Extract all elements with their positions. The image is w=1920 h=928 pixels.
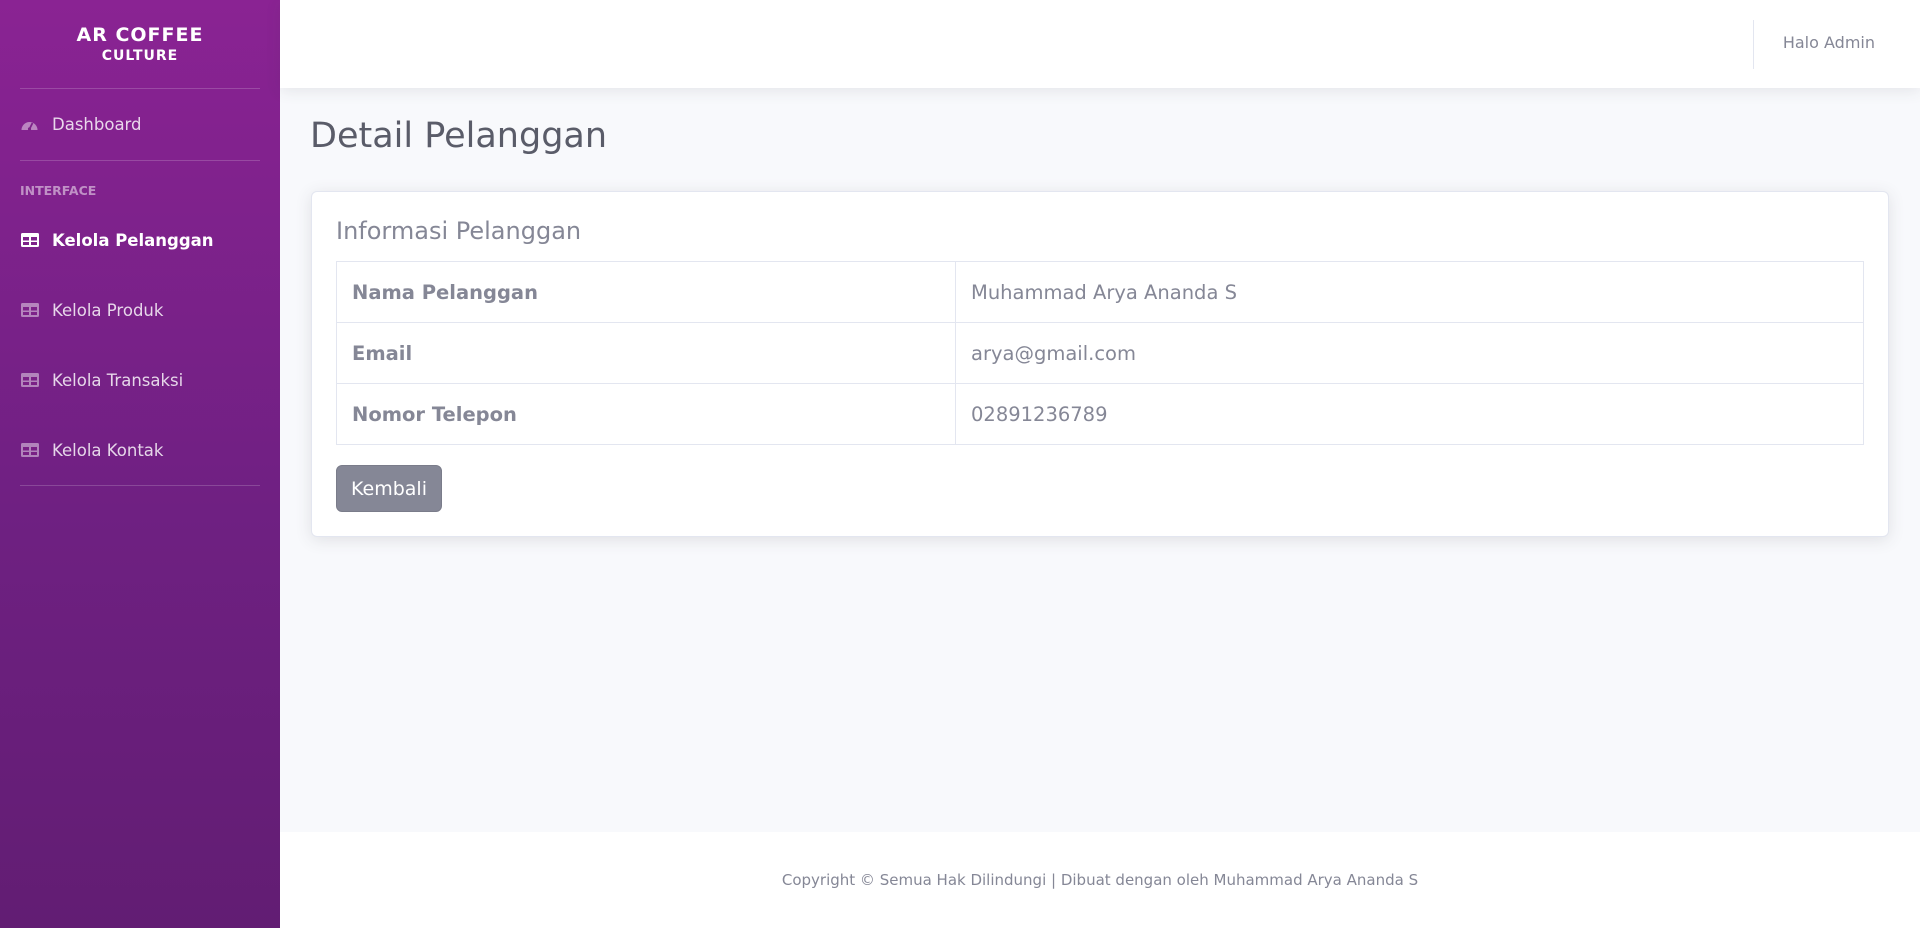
sidebar-item-kelola-produk[interactable]: Kelola Produk bbox=[0, 275, 280, 345]
customer-info-table: Nama Pelanggan Muhammad Arya Ananda S Em… bbox=[336, 261, 1864, 445]
sidebar-item-label: Kelola Pelanggan bbox=[52, 230, 214, 250]
card-title: Informasi Pelanggan bbox=[336, 217, 582, 245]
field-value: arya@gmail.com bbox=[955, 322, 1864, 384]
sidebar-item-label: Dashboard bbox=[52, 115, 142, 134]
table-icon bbox=[20, 302, 39, 318]
sidebar-item-label: Kelola Kontak bbox=[52, 440, 164, 460]
brand-subtitle: CULTURE bbox=[101, 48, 179, 64]
brand-name: AR COFFEE bbox=[76, 24, 204, 46]
sidebar-item-label: Kelola Produk bbox=[52, 300, 164, 320]
copyright-text: Copyright © Semua Hak Dilindungi | Dibua… bbox=[781, 871, 1419, 889]
back-button[interactable]: Kembali bbox=[336, 465, 442, 512]
field-label: Nomor Telepon bbox=[336, 383, 956, 445]
table-icon bbox=[20, 372, 39, 388]
sidebar-item-kelola-pelanggan[interactable]: Kelola Pelanggan bbox=[0, 205, 280, 275]
field-label: Email bbox=[336, 322, 956, 384]
sidebar-item-dashboard[interactable]: Dashboard bbox=[0, 89, 280, 160]
user-dropdown[interactable]: Halo Admin bbox=[1783, 33, 1875, 52]
footer: Copyright © Semua Hak Dilindungi | Dibua… bbox=[280, 832, 1920, 928]
customer-info-card: Informasi Pelanggan Nama Pelanggan Muham… bbox=[311, 191, 1889, 537]
tachometer-icon bbox=[20, 117, 39, 133]
sidebar-item-kelola-transaksi[interactable]: Kelola Transaksi bbox=[0, 345, 280, 415]
table-row: Nomor Telepon 02891236789 bbox=[336, 383, 1864, 445]
sidebar-item-label: Kelola Transaksi bbox=[52, 370, 184, 390]
page-title: Detail Pelanggan bbox=[310, 116, 608, 156]
sidebar-item-kelola-kontak[interactable]: Kelola Kontak bbox=[0, 415, 280, 485]
field-value: 02891236789 bbox=[955, 383, 1864, 445]
field-value: Muhammad Arya Ananda S bbox=[955, 261, 1864, 323]
brand-logo[interactable]: AR COFFEE CULTURE bbox=[0, 0, 280, 88]
topbar: Halo Admin bbox=[280, 0, 1920, 88]
table-row: Nama Pelanggan Muhammad Arya Ananda S bbox=[336, 261, 1864, 323]
topbar-divider bbox=[1753, 20, 1754, 69]
table-icon bbox=[20, 442, 39, 458]
sidebar: AR COFFEE CULTURE Dashboard INTERFACE Ke… bbox=[0, 0, 280, 928]
sidebar-heading: INTERFACE bbox=[20, 183, 97, 198]
field-label: Nama Pelanggan bbox=[336, 261, 956, 323]
table-icon bbox=[20, 232, 39, 248]
sidebar-divider bbox=[20, 485, 260, 486]
table-row: Email arya@gmail.com bbox=[336, 322, 1864, 384]
